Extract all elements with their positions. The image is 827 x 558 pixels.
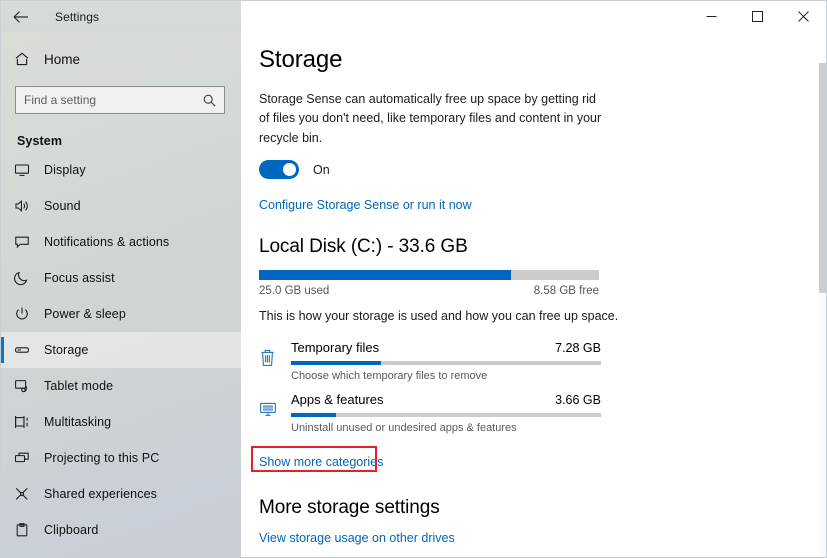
show-more-categories-link[interactable]: Show more categories [259, 455, 383, 469]
minimize-button[interactable] [688, 1, 734, 32]
storage-category-row[interactable]: Apps & features 3.66 GB Uninstall unused… [259, 387, 826, 439]
sidebar-label: Multitasking [44, 415, 111, 429]
storage-sense-toggle-row: On [259, 160, 826, 179]
search-box[interactable] [15, 86, 225, 114]
scrollbar-track[interactable] [819, 63, 826, 557]
sidebar-item-notifications[interactable]: Notifications & actions [1, 224, 241, 260]
sidebar-item-sound[interactable]: Sound [1, 188, 241, 224]
sidebar-item-home[interactable]: Home [1, 40, 241, 78]
category-name: Apps & features [291, 392, 384, 407]
share-icon [14, 486, 44, 502]
sidebar-item-power-sleep[interactable]: Power & sleep [1, 296, 241, 332]
storage-sense-description: Storage Sense can automatically free up … [259, 90, 607, 148]
disk-used-label: 25.0 GB used [259, 285, 329, 297]
multitasking-icon [14, 414, 44, 430]
clipboard-icon [14, 522, 44, 538]
sidebar-item-display[interactable]: Display [1, 152, 241, 188]
search-container [1, 78, 241, 114]
apps-icon [259, 392, 291, 419]
home-icon [14, 51, 44, 67]
more-storage-links: View storage usage on other drives Chang… [259, 531, 826, 557]
storage-description: This is how your storage is used and how… [259, 309, 826, 323]
toggle-knob [283, 163, 296, 176]
disk-usage-bar-fill [259, 270, 511, 280]
sidebar-label: Storage [44, 343, 88, 357]
more-storage-settings-section: More storage settings View storage usage… [259, 497, 826, 557]
storage-category-body: Apps & features 3.66 GB Uninstall unused… [291, 392, 601, 434]
sidebar: Home System Display [1, 32, 241, 558]
sidebar-label: Notifications & actions [44, 235, 169, 249]
moon-icon [14, 270, 44, 286]
notification-icon [14, 234, 44, 250]
trash-icon [259, 340, 291, 367]
category-bar-fill [291, 413, 336, 417]
toggle-state-label: On [313, 163, 330, 177]
storage-category-list: Temporary files 7.28 GB Choose which tem… [259, 335, 826, 439]
sidebar-label: Focus assist [44, 271, 115, 285]
show-more-categories-wrapper: Show more categories [259, 453, 383, 471]
storage-category-body: Temporary files 7.28 GB Choose which tem… [291, 340, 601, 382]
page-title: Storage [259, 46, 826, 74]
sidebar-item-clipboard[interactable]: Clipboard [1, 512, 241, 548]
close-button[interactable] [780, 1, 826, 32]
sidebar-label: Display [44, 163, 86, 177]
disk-usage-bar [259, 270, 599, 280]
window-controls [241, 1, 826, 32]
search-icon[interactable] [203, 94, 224, 107]
back-arrow-icon[interactable] [1, 1, 41, 32]
sidebar-label: Shared experiences [44, 487, 157, 501]
category-bar-fill [291, 361, 381, 365]
sidebar-label: Clipboard [44, 523, 98, 537]
window-title: Settings [55, 10, 99, 24]
view-storage-other-drives-link[interactable]: View storage usage on other drives [259, 531, 826, 545]
power-icon [14, 306, 44, 322]
category-bar [291, 361, 601, 365]
sidebar-label: Tablet mode [44, 379, 113, 393]
storage-category-row[interactable]: Temporary files 7.28 GB Choose which tem… [259, 335, 826, 387]
category-name: Temporary files [291, 340, 379, 355]
category-size: 3.66 GB [555, 393, 601, 407]
sidebar-item-multitasking[interactable]: Multitasking [1, 404, 241, 440]
sidebar-label: Power & sleep [44, 307, 126, 321]
drive-icon [14, 342, 44, 358]
search-input[interactable] [16, 93, 203, 107]
monitor-icon [14, 162, 44, 178]
category-size: 7.28 GB [555, 341, 601, 355]
sidebar-group-title: System [1, 114, 241, 152]
tablet-icon [14, 378, 44, 394]
title-bar-left: Settings [1, 1, 241, 32]
maximize-button[interactable] [734, 1, 780, 32]
disk-usage-legend: 25.0 GB used 8.58 GB free [259, 285, 599, 297]
sidebar-label: Sound [44, 199, 81, 213]
project-icon [14, 450, 44, 466]
title-bar: Settings [1, 1, 826, 32]
disk-free-label: 8.58 GB free [534, 285, 599, 297]
sidebar-item-projecting[interactable]: Projecting to this PC [1, 440, 241, 476]
sidebar-item-focus-assist[interactable]: Focus assist [1, 260, 241, 296]
settings-window: Settings Home [0, 0, 827, 558]
sidebar-item-tablet-mode[interactable]: Tablet mode [1, 368, 241, 404]
category-bar [291, 413, 601, 417]
scrollbar-thumb[interactable] [819, 63, 826, 293]
sidebar-item-storage[interactable]: Storage [1, 332, 241, 368]
category-subtitle: Uninstall unused or undesired apps & fea… [291, 422, 601, 434]
sidebar-item-shared-experiences[interactable]: Shared experiences [1, 476, 241, 512]
more-storage-settings-title: More storage settings [259, 497, 826, 519]
local-disk-heading: Local Disk (C:) - 33.6 GB [259, 236, 826, 258]
configure-storage-sense-link[interactable]: Configure Storage Sense or run it now [259, 198, 472, 212]
sidebar-home-label: Home [44, 52, 80, 67]
speaker-icon [14, 198, 44, 214]
main-content: Storage Storage Sense can automatically … [241, 32, 826, 557]
storage-sense-toggle[interactable] [259, 160, 299, 179]
sidebar-label: Projecting to this PC [44, 451, 159, 465]
category-subtitle: Choose which temporary files to remove [291, 370, 601, 382]
